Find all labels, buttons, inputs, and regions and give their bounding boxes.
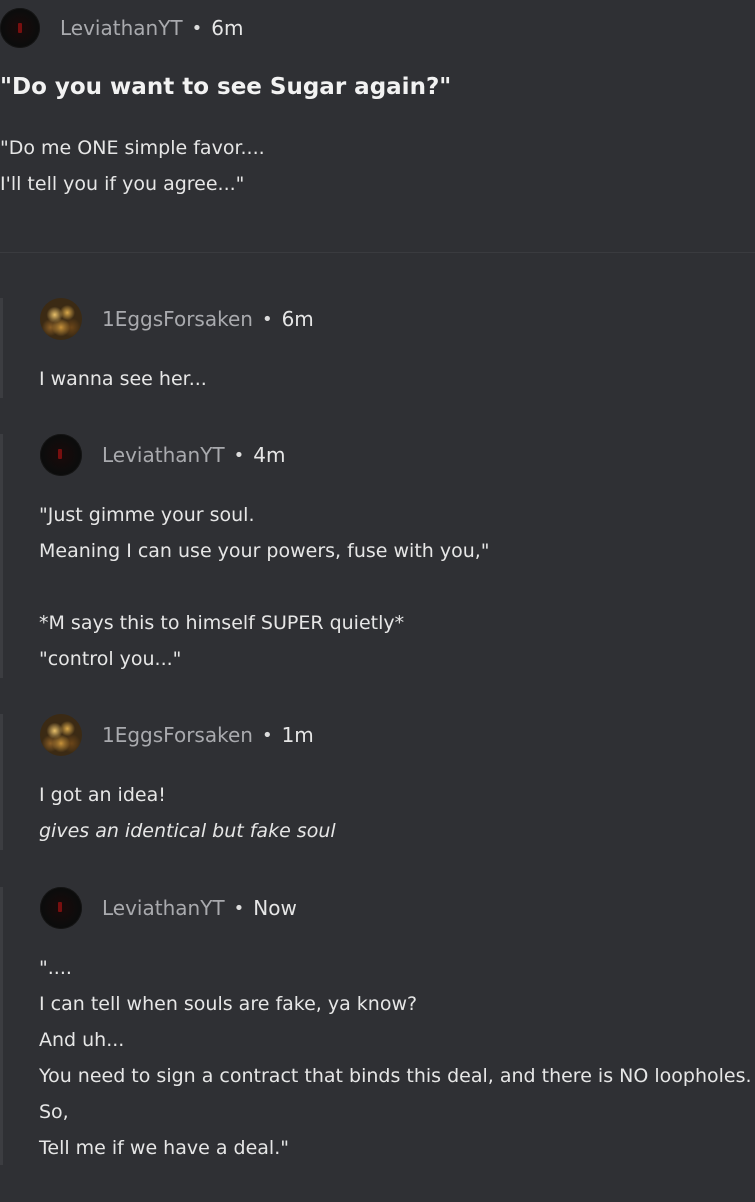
thread-rail — [0, 714, 3, 850]
reply-meta: LeviathanYT • Now — [40, 887, 297, 929]
reply-1: 1EggsForsaken • 6m I wanna see her... — [0, 298, 755, 398]
reply-time: 4m — [253, 443, 286, 467]
post-body-line: "Do me ONE simple favor.... — [0, 137, 265, 159]
gold-collage-avatar[interactable] — [40, 714, 82, 756]
reply-line: I wanna see her... — [39, 368, 207, 390]
reply-time: Now — [253, 896, 297, 920]
reply-body: "Just gimme your soul. Meaning I can use… — [39, 497, 490, 677]
reply-line: I got an idea! — [39, 784, 166, 806]
meta-separator: • — [233, 444, 245, 466]
reply-line: Meaning I can use your powers, fuse with… — [39, 540, 490, 562]
reply-author[interactable]: 1EggsForsaken — [102, 723, 253, 747]
reply-line: ".... — [39, 957, 72, 979]
thread-rail — [0, 434, 3, 678]
thread-rail — [0, 887, 3, 1165]
reply-meta: 1EggsForsaken • 1m — [40, 714, 314, 756]
reply-line: Tell me if we have a deal." — [39, 1137, 289, 1159]
reply-4: LeviathanYT • Now ".... I can tell when … — [0, 887, 755, 1165]
reply-meta: LeviathanYT • 4m — [40, 434, 285, 476]
dark-red-avatar[interactable] — [40, 434, 82, 476]
reply-author[interactable]: LeviathanYT — [102, 443, 225, 467]
meta-separator: • — [261, 308, 273, 330]
reply-line-blank — [39, 569, 490, 605]
reply-body: ".... I can tell when souls are fake, ya… — [39, 950, 752, 1166]
reply-line: And uh... — [39, 1029, 125, 1051]
reply-line: *M says this to himself SUPER quietly* — [39, 612, 405, 634]
reply-author[interactable]: 1EggsForsaken — [102, 307, 253, 331]
reply-line: "control you..." — [39, 648, 182, 670]
reply-2: LeviathanYT • 4m "Just gimme your soul. … — [0, 434, 755, 678]
meta-separator: • — [233, 897, 245, 919]
thread-rail — [0, 298, 3, 398]
reply-line-italic: gives an identical but fake soul — [39, 820, 336, 842]
reply-line: You need to sign a contract that binds t… — [39, 1065, 752, 1087]
reply-time: 1m — [281, 723, 314, 747]
gold-collage-avatar[interactable] — [40, 298, 82, 340]
post-author[interactable]: LeviathanYT — [60, 16, 183, 40]
reply-line: I can tell when souls are fake, ya know? — [39, 993, 418, 1015]
reply-line: "Just gimme your soul. — [39, 504, 255, 526]
post-title: "Do you want to see Sugar again?" — [0, 74, 452, 100]
post-body-line: I'll tell you if you agree..." — [0, 173, 245, 195]
reply-body: I wanna see her... — [39, 361, 207, 397]
dark-red-avatar[interactable] — [40, 887, 82, 929]
reply-body: I got an idea! gives an identical but fa… — [39, 777, 336, 849]
post-body: "Do me ONE simple favor.... I'll tell yo… — [0, 130, 265, 202]
meta-separator: • — [261, 724, 273, 746]
reply-3: 1EggsForsaken • 1m I got an idea! gives … — [0, 714, 755, 850]
post-time: 6m — [211, 16, 244, 40]
avatar[interactable] — [0, 8, 40, 48]
reply-author[interactable]: LeviathanYT — [102, 896, 225, 920]
post-meta: LeviathanYT • 6m — [0, 8, 243, 48]
meta-separator: • — [191, 17, 203, 39]
original-post: LeviathanYT • 6m "Do you want to see Sug… — [0, 0, 755, 253]
reply-line: So, — [39, 1101, 69, 1123]
reply-meta: 1EggsForsaken • 6m — [40, 298, 314, 340]
reply-time: 6m — [281, 307, 314, 331]
